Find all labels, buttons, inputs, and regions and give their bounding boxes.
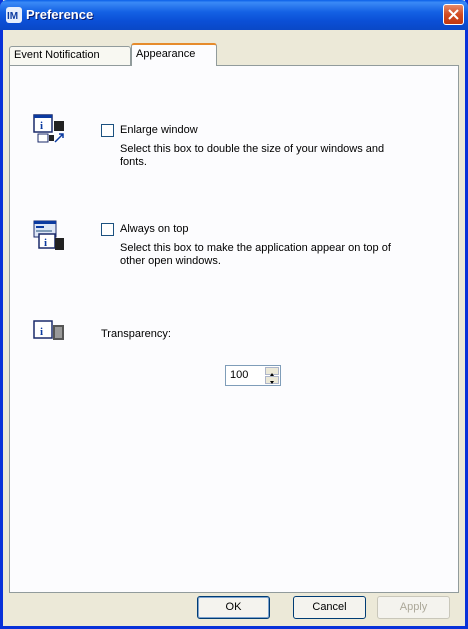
ok-button[interactable]: OK	[197, 596, 270, 619]
always-on-top-checkbox[interactable]	[101, 223, 114, 236]
preference-window: IM Preference Event Notification Appeara…	[0, 0, 468, 629]
svg-text:i: i	[40, 326, 43, 338]
spinner-buttons	[265, 367, 279, 384]
spin-up-button[interactable]	[265, 367, 279, 376]
apply-button: Apply	[377, 596, 450, 619]
app-icon: IM	[6, 7, 22, 23]
transparency-label: Transparency:	[101, 328, 171, 340]
svg-text:i: i	[44, 237, 47, 249]
always-on-top-icon: i	[33, 220, 65, 255]
enlarge-window-icon: i	[33, 113, 65, 148]
always-on-top-description: Select this box to make the application …	[120, 242, 391, 267]
svg-text:IM: IM	[7, 11, 18, 22]
transparency-spinner[interactable]: 100	[225, 365, 281, 386]
transparency-icon: i	[33, 320, 65, 347]
enlarge-window-checkbox[interactable]	[101, 124, 114, 137]
window-title: Preference	[26, 7, 94, 22]
close-icon	[448, 9, 459, 20]
svg-text:i: i	[40, 120, 43, 132]
title-bar[interactable]: IM Preference	[0, 0, 468, 30]
tab-event-notification[interactable]: Event Notification	[9, 46, 131, 65]
appearance-panel: i Enlarge window Select this box to doub…	[9, 65, 459, 593]
enlarge-window-description: Select this box to double the size of yo…	[120, 143, 385, 168]
cancel-button[interactable]: Cancel	[293, 596, 366, 619]
tab-label: Event Notification	[14, 49, 100, 61]
dialog-content: Event Notification Appearance i Enlarge …	[3, 30, 465, 626]
spin-down-button[interactable]	[265, 376, 279, 384]
close-button[interactable]	[443, 4, 464, 25]
tab-label: Appearance	[136, 48, 196, 60]
always-on-top-label[interactable]: Always on top	[120, 223, 188, 235]
tab-appearance[interactable]: Appearance	[131, 43, 217, 66]
enlarge-window-label[interactable]: Enlarge window	[120, 124, 198, 136]
transparency-value[interactable]: 100	[230, 369, 248, 381]
arrow-down-icon	[270, 381, 274, 384]
